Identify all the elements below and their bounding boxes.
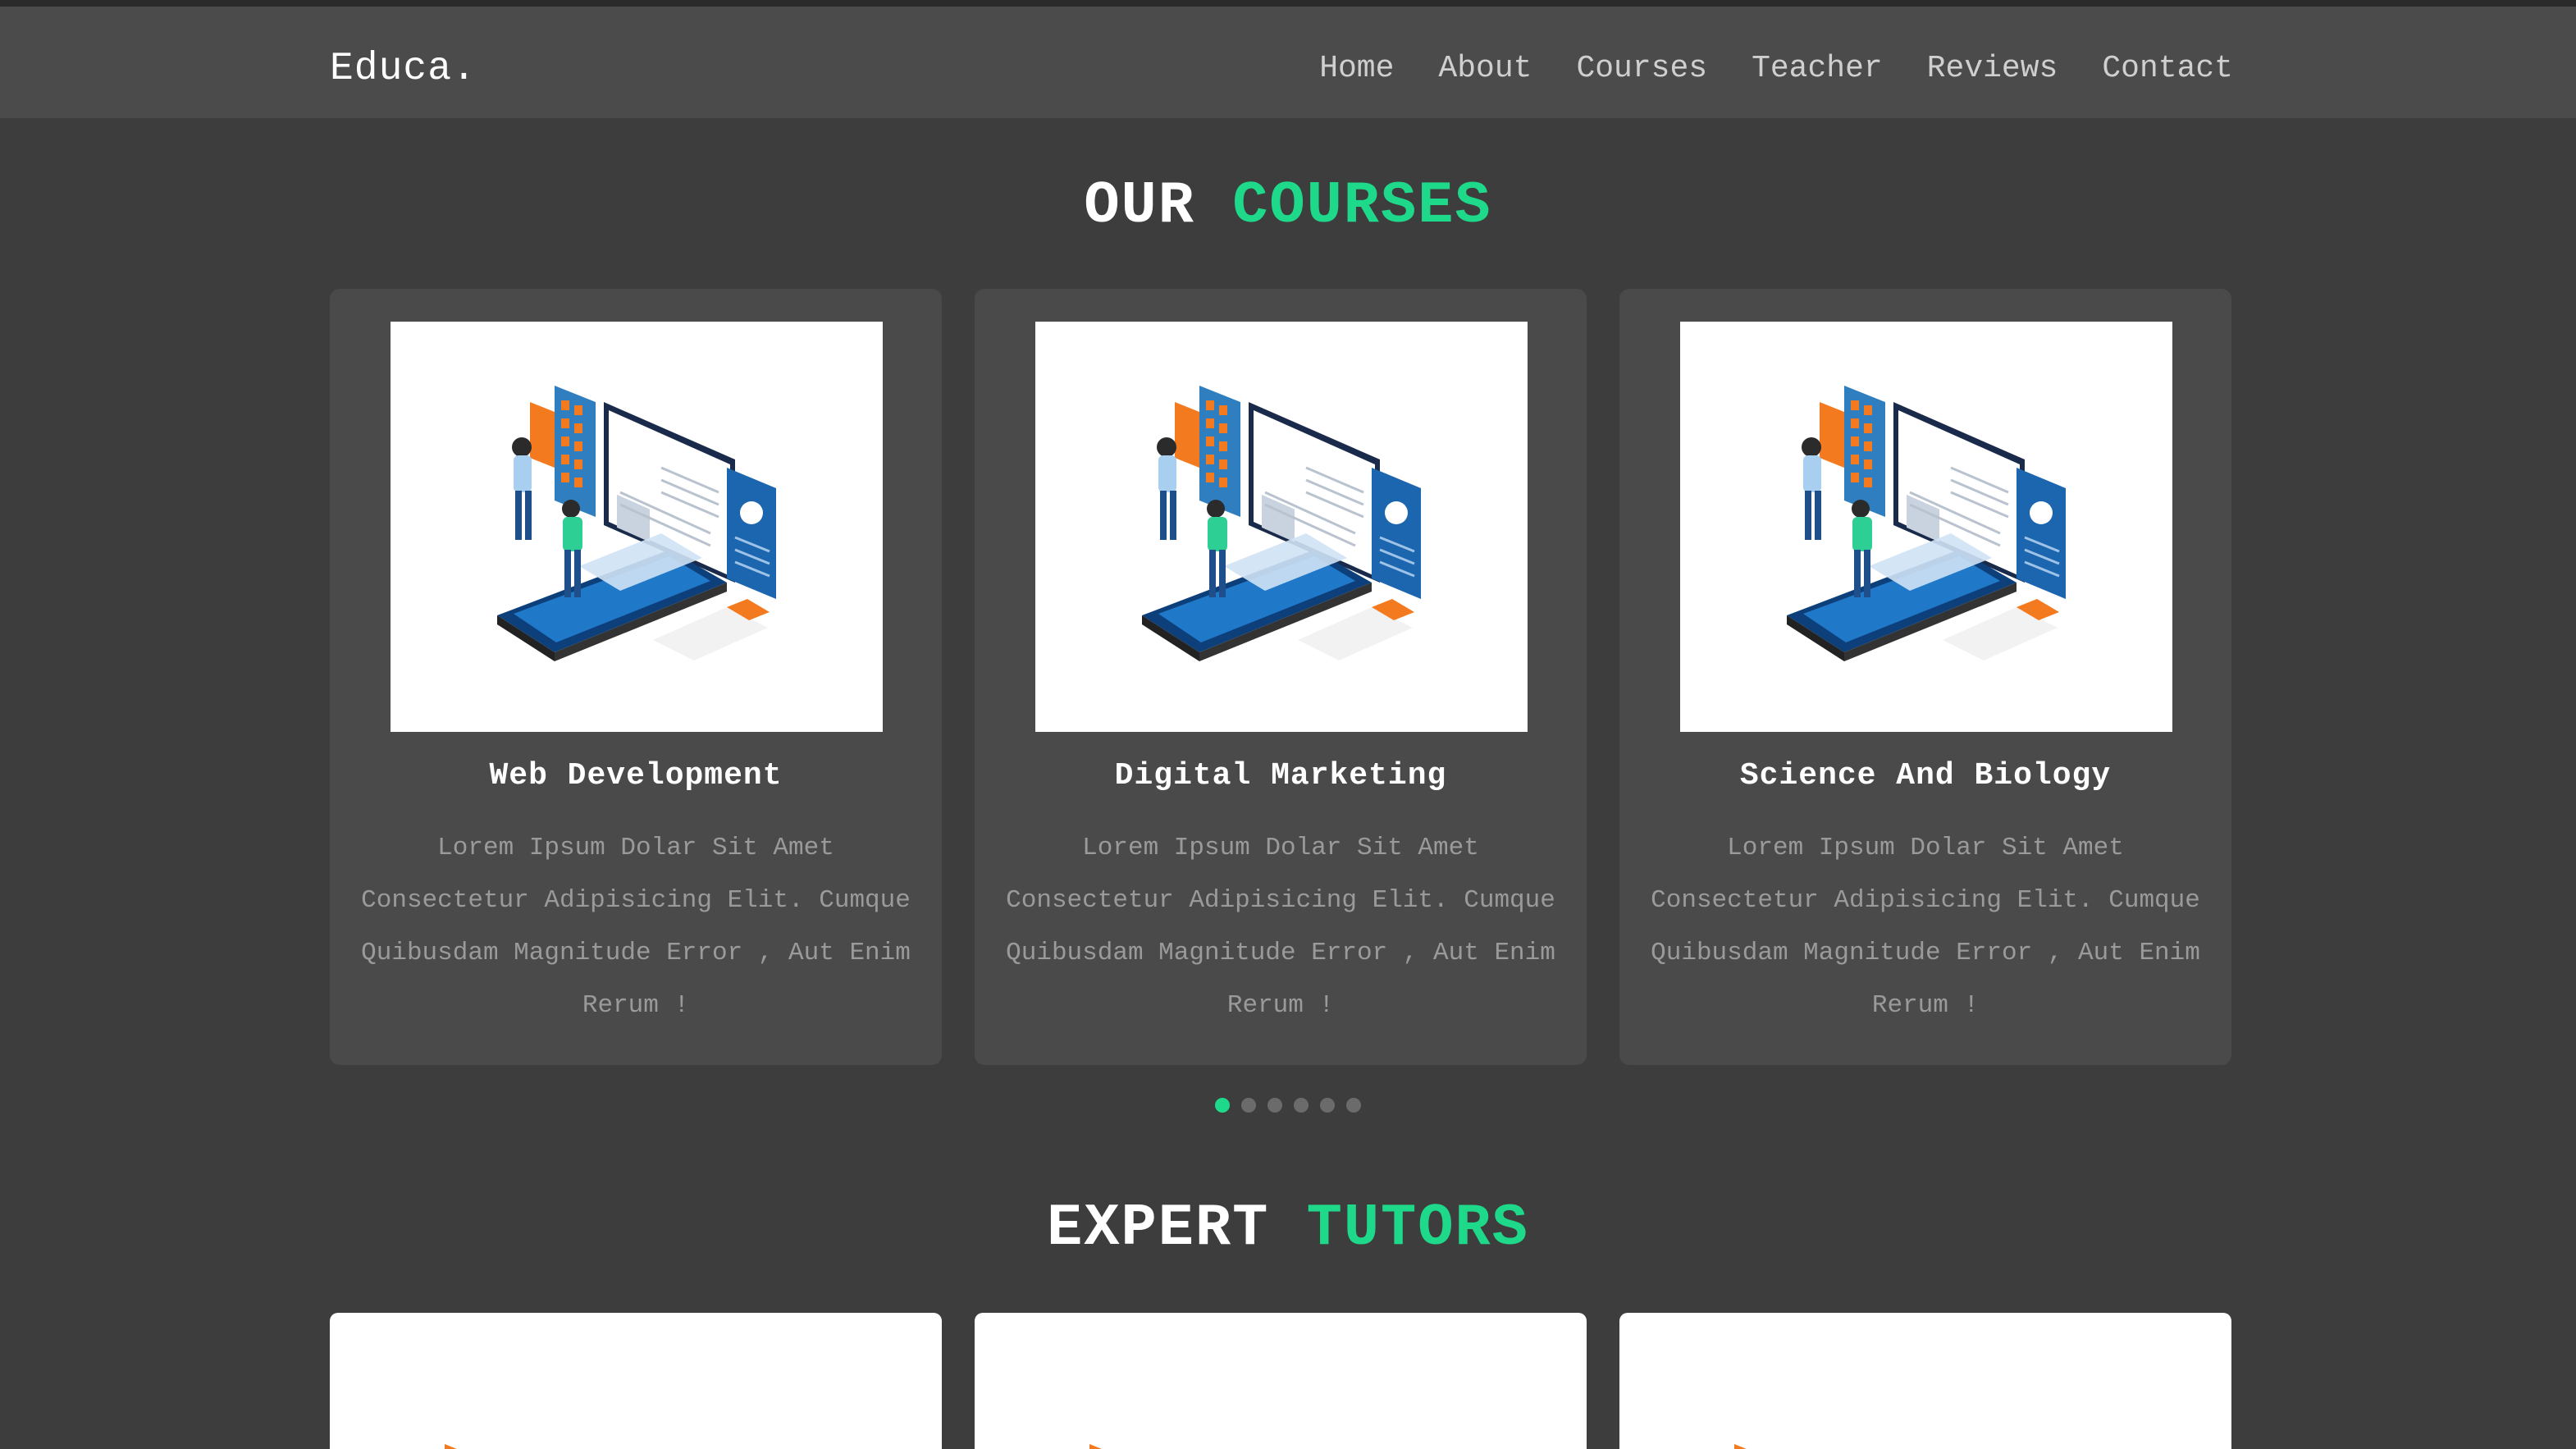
course-description: Lorem Ipsum Dolar Sit Amet Consectetur A… — [1006, 834, 1555, 1020]
courses-heading-green: COURSES — [1232, 172, 1492, 240]
carousel-pagination — [0, 1098, 2576, 1113]
nav-home[interactable]: Home — [1319, 39, 1394, 98]
course-description: Lorem Ipsum Dolar Sit Amet Consectetur A… — [361, 834, 911, 1020]
nav-courses[interactable]: Courses — [1576, 39, 1707, 98]
tutors-heading-white: EXPERT — [1047, 1195, 1270, 1262]
tutor-card[interactable] — [975, 1313, 1587, 1449]
course-title: Web Development — [489, 758, 783, 793]
carousel-dot[interactable] — [1346, 1098, 1361, 1113]
course-title: Digital Marketing — [1114, 758, 1447, 793]
carousel-dot[interactable] — [1294, 1098, 1309, 1113]
course-description: Lorem Ipsum Dolar Sit Amet Consectetur A… — [1651, 834, 2200, 1020]
tutor-card[interactable] — [1619, 1313, 2231, 1449]
nav-teacher[interactable]: Teacher — [1752, 39, 1883, 98]
nav-contact[interactable]: Contact — [2102, 39, 2233, 98]
course-title: Science And Biology — [1739, 758, 2112, 793]
top-border — [0, 0, 2576, 7]
courses-carousel: Web Development Lorem Ipsum Dolar Sit Am… — [330, 289, 2231, 1065]
site-header: Educa. Home About Courses Teacher Review… — [0, 7, 2576, 118]
carousel-dot[interactable] — [1215, 1098, 1230, 1113]
course-card[interactable]: Digital Marketing Lorem Ipsum Dolar Sit … — [975, 289, 1587, 1065]
carousel-dot[interactable] — [1320, 1098, 1335, 1113]
tutor-illustration-icon — [445, 1444, 457, 1449]
online-learning-illustration-icon — [497, 385, 776, 661]
tutor-illustration-icon — [1734, 1444, 1747, 1449]
tutor-illustration-icon — [1089, 1444, 1102, 1449]
carousel-dot[interactable] — [1267, 1098, 1282, 1113]
course-image — [1680, 322, 2172, 732]
courses-heading: OUR COURSES — [0, 172, 2576, 240]
tutor-card[interactable] — [330, 1313, 942, 1449]
carousel-dot[interactable] — [1241, 1098, 1256, 1113]
course-image — [1035, 322, 1528, 732]
online-learning-illustration-icon — [1787, 385, 2066, 661]
nav-about[interactable]: About — [1438, 39, 1532, 98]
nav-reviews[interactable]: Reviews — [1927, 39, 2058, 98]
course-image — [391, 322, 883, 732]
site-logo[interactable]: Educa. — [330, 39, 477, 98]
tutors-heading-green: TUTORS — [1306, 1195, 1529, 1262]
main-nav: Home About Courses Teacher Reviews Conta… — [1319, 39, 2233, 98]
tutors-heading: EXPERT TUTORS — [0, 1195, 2576, 1262]
online-learning-illustration-icon — [1142, 385, 1421, 661]
courses-heading-white: OUR — [1084, 172, 1195, 240]
course-card[interactable]: Web Development Lorem Ipsum Dolar Sit Am… — [330, 289, 942, 1065]
tutors-row — [330, 1313, 2231, 1449]
course-card[interactable]: Science And Biology Lorem Ipsum Dolar Si… — [1619, 289, 2231, 1065]
